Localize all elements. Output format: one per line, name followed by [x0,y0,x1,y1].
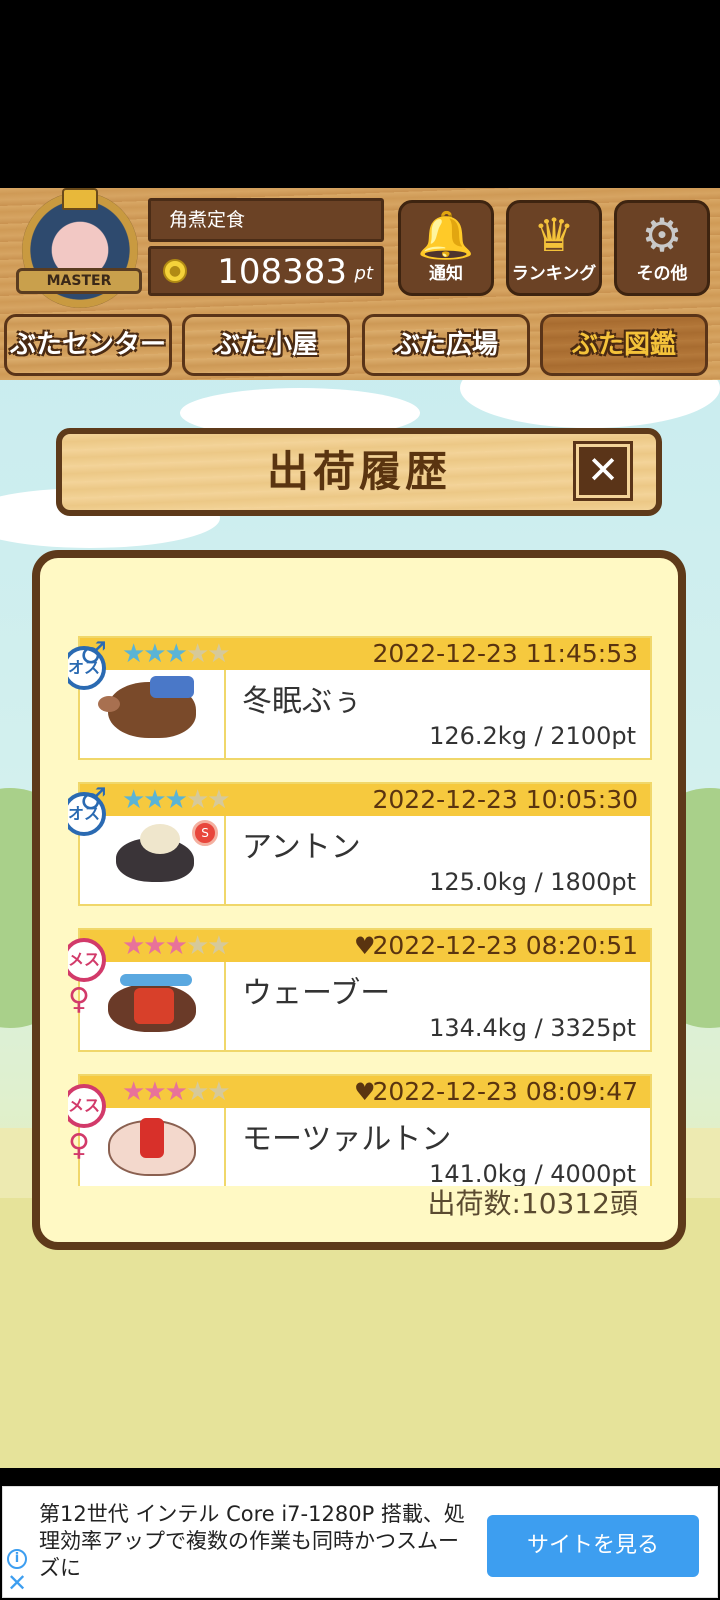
ranking-label: ランキング [511,264,597,284]
dialog-title: 出荷履歴 [266,447,451,496]
header-bar: MASTER 角煮定食 ● 108383 pt 🔔 通知 ♛ ランキング ⚙ そ… [0,188,720,380]
bell-icon: 🔔 [417,208,475,262]
gear-icon: ⚙ [641,208,683,262]
pig-kimono [134,988,174,1024]
list-item[interactable]: ★★★★★ 2022-12-23 11:45:53 オス ♂ 冬眠ぶぅ 126.2… [68,636,652,760]
ad-area: 第12世代 インテル Core i7-1280P 搭載、処理効率アップで複数の作… [0,1468,720,1600]
shipment-count: 出荷数:10312頭 [427,1187,638,1220]
rating-stars: ★★★★★ [122,931,231,961]
points-value: 108383 [217,252,347,292]
status-bar [0,0,720,188]
tab-buta-hut[interactable]: ぶた小屋 [182,314,350,376]
tab-buta-encyclopedia[interactable]: ぶた図鑑 [540,314,708,376]
ad-banner[interactable]: 第12世代 インテル Core i7-1280P 搭載、処理効率アップで複数の作… [2,1486,718,1598]
pig-snout [98,696,120,712]
pig-weight-points: 125.0kg / 1800pt [429,868,636,896]
rating-stars: ★★★★★ [122,639,231,669]
list-item[interactable]: ★★★★★ ♥ 2022-12-23 08:09:47 メス ♀ モーツァルトン … [68,1074,652,1186]
other-label: その他 [636,264,688,284]
list-item[interactable]: ★★★★★ ♥ 2022-12-23 08:20:51 メス ♀ ウェーブー 13… [68,928,652,1052]
pig-sack [140,824,180,854]
notification-label: 通知 [429,264,463,284]
tab-buta-center[interactable]: ぶたセンター [4,314,172,376]
points-display: ● 108383 pt [148,246,384,296]
award-ribbon-icon: S [192,820,218,846]
game-screen: MASTER 角煮定食 ● 108383 pt 🔔 通知 ♛ ランキング ⚙ そ… [0,188,720,1468]
entry-timestamp: 2022-12-23 10:05:30 [372,785,638,814]
coin-icon: ● [163,259,187,283]
pig-scarf [140,1118,164,1158]
shipment-history-panel: ★★★★★ 2022-12-23 11:45:53 オス ♂ 冬眠ぶぅ 126.2… [32,550,686,1250]
rating-stars: ★★★★★ [122,785,231,815]
badge-crown-icon [62,188,98,210]
pig-name: モーツァルトン [242,1122,452,1157]
pig-image [80,1108,226,1186]
pig-image: S [80,816,226,904]
pig-weight-points: 126.2kg / 2100pt [429,722,636,750]
entry-timestamp: 2022-12-23 11:45:53 [372,639,638,668]
ad-close-icon[interactable]: ✕ [7,1571,27,1595]
entry-header: ★★★★★ 2022-12-23 11:45:53 [80,638,650,670]
ad-info-icon[interactable]: i [7,1549,27,1569]
pig-image [80,670,226,758]
entry-header: ★★★★★ 2022-12-23 10:05:30 [80,784,650,816]
ad-text: 第12世代 インテル Core i7-1280P 搭載、処理効率アップで複数の作… [39,1502,465,1580]
entry-header: ★★★★★ ♥ 2022-12-23 08:09:47 [80,1076,650,1108]
badge-label: MASTER [16,268,142,294]
ranking-button[interactable]: ♛ ランキング [506,200,602,296]
entry-timestamp: 2022-12-23 08:20:51 [372,931,638,960]
list-item[interactable]: ★★★★★ 2022-12-23 10:05:30 S オス ♂ アントン 125… [68,782,652,906]
pig-name: 冬眠ぶぅ [242,684,362,719]
shipment-list[interactable]: ★★★★★ 2022-12-23 11:45:53 オス ♂ 冬眠ぶぅ 126.2… [68,636,652,1186]
dialog-title-board: 出荷履歴 ✕ [56,428,662,516]
crown-icon: ♛ [533,208,575,262]
pig-wave-hat [120,974,192,986]
pig-image [80,962,226,1050]
ad-visit-site-button[interactable]: サイトを見る [487,1515,699,1577]
pig-name: ウェーブー [242,976,391,1011]
points-unit: pt [354,263,373,284]
close-button[interactable]: ✕ [573,441,633,501]
entry-timestamp: 2022-12-23 08:09:47 [372,1077,638,1106]
rating-stars: ★★★★★ [122,1077,231,1107]
other-button[interactable]: ⚙ その他 [614,200,710,296]
entry-header: ★★★★★ ♥ 2022-12-23 08:20:51 [80,930,650,962]
pig-weight-points: 134.4kg / 3325pt [429,1014,636,1042]
tab-buta-plaza[interactable]: ぶた広場 [362,314,530,376]
player-name: 角煮定食 [148,198,384,242]
pig-blanket [150,676,194,698]
pig-name: アントン [242,830,361,865]
notification-button[interactable]: 🔔 通知 [398,200,494,296]
